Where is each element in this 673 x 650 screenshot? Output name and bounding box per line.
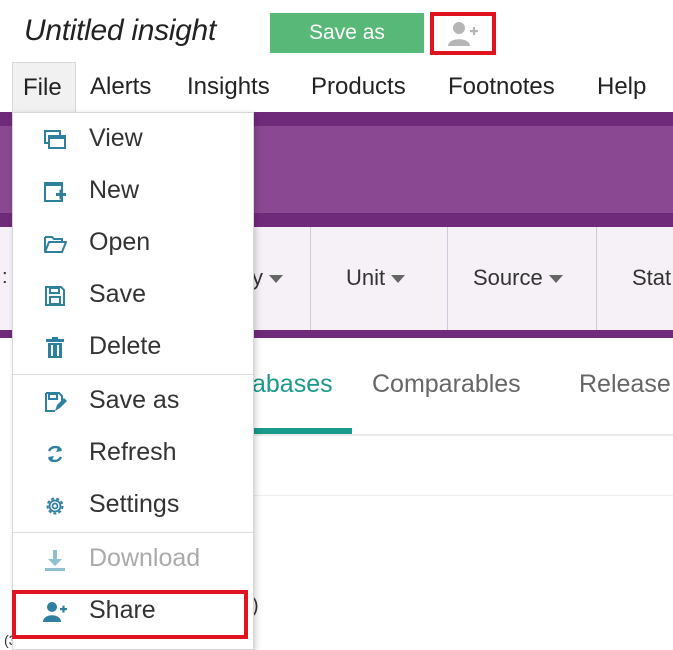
file-menu-open[interactable]: Open — [13, 218, 253, 268]
file-menu-new[interactable]: New — [13, 166, 253, 216]
file-menu-refresh-label: Refresh — [89, 438, 177, 466]
menu-divider — [13, 374, 253, 375]
page-title: Untitled insight — [24, 14, 216, 47]
caret-down-icon — [548, 275, 563, 284]
edge-char: : — [2, 266, 8, 288]
tab-comparables[interactable]: Comparables — [372, 370, 521, 399]
file-menu-save-as[interactable]: Save as — [13, 376, 253, 426]
filter-source-label: Source — [473, 265, 543, 290]
file-menu-dropdown: View New Open Save Delete Save as Refres… — [12, 112, 254, 650]
file-menu-new-label: New — [89, 176, 140, 204]
file-menu-view-label: View — [89, 124, 143, 152]
menu-help[interactable]: Help — [597, 62, 646, 112]
save-as-button[interactable]: Save as — [270, 13, 424, 53]
filter-separator — [447, 227, 448, 330]
file-menu-delete[interactable]: Delete — [13, 322, 253, 372]
menu-products[interactable]: Products — [311, 62, 406, 112]
filter-partial[interactable]: y — [252, 265, 283, 291]
menu-divider — [13, 532, 253, 533]
file-menu-view[interactable]: View — [13, 114, 253, 164]
save-as-icon — [45, 392, 67, 412]
filter-source[interactable]: Source — [473, 265, 563, 291]
filter-stat[interactable]: Stat — [632, 265, 671, 291]
file-menu-save-label: Save — [89, 280, 146, 308]
floppy-icon — [45, 286, 65, 306]
share-user-button[interactable] — [430, 12, 496, 55]
tab-baseline — [250, 434, 673, 436]
file-menu-open-label: Open — [89, 228, 151, 256]
filter-unit-label: Unit — [346, 265, 386, 290]
new-icon — [44, 182, 66, 202]
folder-open-icon — [44, 236, 67, 253]
file-menu-save[interactable]: Save — [13, 270, 253, 320]
menu-file[interactable]: File — [12, 62, 76, 112]
active-tab-indicator — [250, 428, 352, 434]
view-icon — [44, 130, 66, 149]
refresh-icon — [47, 445, 63, 463]
caret-down-icon — [391, 275, 406, 284]
gear-icon — [46, 497, 64, 515]
share-highlight-box — [12, 590, 248, 639]
menu-footnotes[interactable]: Footnotes — [448, 62, 555, 112]
menu-insights[interactable]: Insights — [187, 62, 270, 112]
add-user-icon — [448, 21, 478, 46]
trash-icon — [46, 337, 64, 358]
file-menu-settings[interactable]: Settings — [13, 480, 253, 530]
menu-alerts[interactable]: Alerts — [90, 62, 151, 112]
filter-separator — [596, 227, 597, 330]
tab-releases[interactable]: Release — [579, 370, 671, 399]
file-menu-download: Download — [13, 534, 253, 584]
download-icon — [45, 550, 65, 571]
menu-bar: File Alerts Insights Products Footnotes … — [0, 62, 673, 112]
file-menu-download-label: Download — [89, 544, 201, 572]
filter-stat-label: Stat — [632, 265, 672, 290]
caret-down-icon — [269, 275, 283, 284]
file-menu-save-as-label: Save as — [89, 386, 180, 414]
content-divider — [250, 495, 673, 496]
tab-databases[interactable]: abases — [252, 370, 333, 399]
file-menu-refresh[interactable]: Refresh — [13, 428, 253, 478]
file-menu-settings-label: Settings — [89, 490, 180, 518]
filter-unit[interactable]: Unit — [346, 265, 406, 291]
filter-separator — [310, 227, 311, 330]
file-menu-delete-label: Delete — [89, 332, 162, 360]
